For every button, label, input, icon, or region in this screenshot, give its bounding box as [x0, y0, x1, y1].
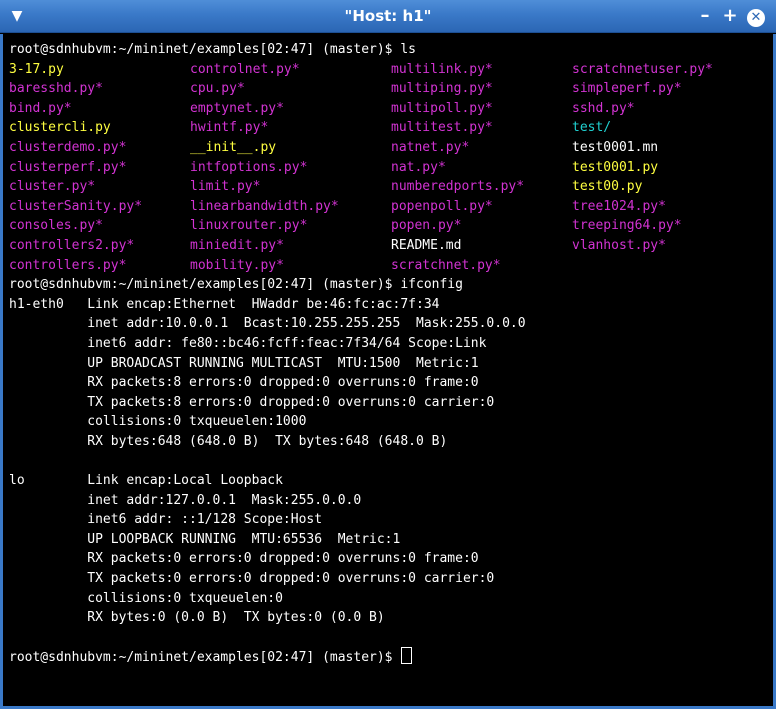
close-icon: ✕ — [747, 9, 765, 27]
ls-row: 3-17.py controlnet.py* multilink.py* scratc… — [9, 60, 769, 80]
file-entry: consoles.py* — [9, 218, 103, 234]
file-entry: scratchnetuser.py* — [572, 61, 713, 77]
ls-row: clusterSanity.py* linearbandwidth.py* pope… — [9, 197, 769, 217]
ls-listing: 3-17.py controlnet.py* multilink.py* scratc… — [9, 60, 769, 276]
file-entry: emptynet.py* — [190, 100, 284, 116]
maximize-icon[interactable]: + — [719, 5, 741, 27]
output-line: lo Link encap:Local Loopback — [9, 473, 283, 489]
output-line: RX packets:0 errors:0 dropped:0 overruns… — [9, 551, 479, 567]
ifconfig-output: h1-eth0 Link encap:Ethernet HWaddr be:46… — [9, 295, 769, 648]
file-entry: multilink.py* — [391, 61, 493, 77]
terminal-window: ▼ "Host: h1" – + ✕ root@sdnhubvm:~/minin… — [0, 0, 776, 709]
file-entry: tree1024.py* — [572, 198, 666, 214]
prompt: root@sdnhubvm:~/mininet/examples[02:47] … — [9, 650, 401, 666]
output-line: TX packets:8 errors:0 dropped:0 overruns… — [9, 394, 495, 410]
file-entry: scratchnet.py* — [391, 257, 501, 273]
file-entry: clusterSanity.py* — [9, 198, 143, 214]
output-line: UP BROADCAST RUNNING MULTICAST MTU:1500 … — [9, 355, 479, 371]
file-entry: clustercli.py — [9, 120, 111, 136]
file-entry: natnet.py* — [391, 139, 470, 155]
ls-row: bind.py* emptynet.py* multipoll.py* sshd.py… — [9, 99, 769, 119]
file-entry: intfoptions.py* — [190, 159, 308, 175]
file-entry: test00.py — [572, 179, 643, 195]
file-entry: linearbandwidth.py* — [190, 198, 339, 214]
file-entry: clusterdemo.py* — [9, 139, 127, 155]
file-entry: __init__.py — [190, 139, 277, 155]
ls-row: cluster.py* limit.py* numberedports.py* tes… — [9, 177, 769, 197]
output-line: RX bytes:0 (0.0 B) TX bytes:0 (0.0 B) — [9, 610, 385, 626]
output-line: collisions:0 txqueuelen:0 — [9, 590, 283, 606]
output-line: RX packets:8 errors:0 dropped:0 overruns… — [9, 375, 479, 391]
ls-row: clustercli.py hwintf.py* multitest.py* test… — [9, 118, 769, 138]
prompt: root@sdnhubvm:~/mininet/examples[02:47] … — [9, 277, 401, 293]
command: ifconfig — [400, 277, 463, 293]
output-line: inet addr:10.0.0.1 Bcast:10.255.255.255 … — [9, 316, 526, 332]
ls-row: controllers.py* mobility.py* scratchnet.py… — [9, 256, 769, 276]
prompt-line: root@sdnhubvm:~/mininet/examples[02:47] … — [9, 647, 769, 667]
file-entry: popenpoll.py* — [391, 198, 493, 214]
ls-row: clusterdemo.py* __init__.py natnet.py* test… — [9, 138, 769, 158]
file-entry: cluster.py* — [9, 179, 96, 195]
file-entry: controlnet.py* — [190, 61, 300, 77]
file-entry: numberedports.py* — [391, 179, 525, 195]
file-entry: hwintf.py* — [190, 120, 269, 136]
file-entry: sshd.py* — [572, 100, 635, 116]
file-entry: test/ — [572, 120, 612, 136]
file-entry: miniedit.py* — [190, 237, 284, 253]
output-line: TX packets:0 errors:0 dropped:0 overruns… — [9, 571, 495, 587]
prompt: root@sdnhubvm:~/mininet/examples[02:47] … — [9, 42, 401, 57]
file-entry: treeping64.py* — [572, 218, 682, 234]
terminal-output[interactable]: root@sdnhubvm:~/mininet/examples[02:47] … — [0, 34, 776, 709]
file-entry: README.md — [391, 237, 462, 253]
file-entry: bind.py* — [9, 100, 72, 116]
file-entry: 3-17.py — [9, 61, 64, 77]
prompt-line: root@sdnhubvm:~/mininet/examples[02:47] … — [9, 40, 769, 60]
ls-row: consoles.py* linuxrouter.py* popen.py* tree… — [9, 216, 769, 236]
output-line: UP LOOPBACK RUNNING MTU:65536 Metric:1 — [9, 531, 401, 547]
file-entry: vlanhost.py* — [572, 237, 666, 253]
file-entry: multipoll.py* — [391, 100, 493, 116]
file-entry: limit.py* — [190, 179, 261, 195]
prompt-line: root@sdnhubvm:~/mininet/examples[02:47] … — [9, 275, 769, 295]
file-entry: controllers.py* — [9, 257, 127, 273]
file-entry: mobility.py* — [190, 257, 284, 273]
output-line: inet addr:127.0.0.1 Mask:255.0.0.0 — [9, 492, 362, 508]
file-entry: test0001.mn — [572, 139, 659, 155]
close-button[interactable]: ✕ — [745, 5, 767, 27]
command: ls — [400, 42, 416, 57]
file-entry: clusterperf.py* — [9, 159, 127, 175]
title-bar[interactable]: ▼ "Host: h1" – + ✕ — [0, 0, 776, 33]
file-entry: simpleperf.py* — [572, 81, 682, 97]
output-line: inet6 addr: ::1/128 Scope:Host — [9, 512, 323, 528]
ls-row: clusterperf.py* intfoptions.py* nat.py* tes… — [9, 158, 769, 178]
file-entry: popen.py* — [391, 218, 462, 234]
minimize-icon[interactable]: – — [694, 5, 716, 27]
output-line: collisions:0 txqueuelen:1000 — [9, 414, 307, 430]
file-entry: linuxrouter.py* — [190, 218, 308, 234]
file-entry: cpu.py* — [190, 81, 245, 97]
text-cursor — [401, 647, 413, 665]
ls-row: controllers2.py* miniedit.py* README.md vla… — [9, 236, 769, 256]
file-entry: test0001.py — [572, 159, 659, 175]
window-title: "Host: h1" — [344, 7, 432, 25]
file-entry: multitest.py* — [391, 120, 493, 136]
file-entry: multiping.py* — [391, 81, 493, 97]
ls-row: baresshd.py* cpu.py* multiping.py* simplepe… — [9, 79, 769, 99]
output-line: RX bytes:648 (648.0 B) TX bytes:648 (648… — [9, 433, 448, 449]
file-entry: baresshd.py* — [9, 81, 103, 97]
file-entry: controllers2.py* — [9, 237, 135, 253]
output-line: h1-eth0 Link encap:Ethernet HWaddr be:46… — [9, 296, 440, 312]
output-line: inet6 addr: fe80::bc46:fcff:feac:7f34/64… — [9, 335, 487, 351]
file-entry: nat.py* — [391, 159, 446, 175]
